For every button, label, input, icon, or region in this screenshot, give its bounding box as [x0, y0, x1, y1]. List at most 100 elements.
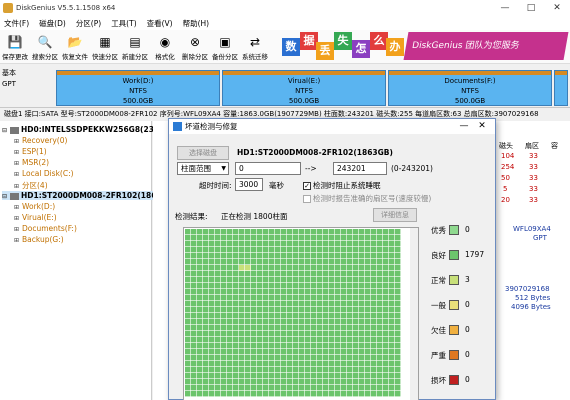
toolbar-system-migration-button[interactable]: ⇄ 系统迁移	[240, 30, 270, 64]
partition-block-virual[interactable]: Virual(E:) NTFS 500.0GB	[222, 70, 386, 106]
sector-cell	[281, 391, 287, 397]
tree-item-backup-g[interactable]: ⊞ Backup(G:)	[14, 235, 64, 244]
promo-banner[interactable]: DiskGenius 团队为您服务 数据丢失怎么办	[282, 30, 570, 64]
range-type-select[interactable]: 柱面范围 ▼	[177, 162, 229, 175]
partition-block-documents[interactable]: Documents(F:) NTFS 500.0GB	[388, 70, 552, 106]
tree-disk-hd0[interactable]: ⊟ HD0:INTELSSDPEKKW256G8(238GB)	[2, 125, 174, 134]
cell-heads: 254	[501, 163, 515, 171]
sector-cell	[371, 277, 377, 283]
sector-cell	[227, 247, 233, 253]
minimize-button[interactable]: —	[492, 0, 518, 16]
tree-item-esp[interactable]: ⊞ ESP(1)	[14, 147, 47, 156]
sector-cell	[293, 313, 299, 319]
sector-cell	[275, 271, 281, 277]
sector-cell	[305, 229, 311, 235]
sector-cell	[281, 307, 287, 313]
sector-cell	[221, 259, 227, 265]
partition-block-work[interactable]: Work(D:) NTFS 500.0GB	[56, 70, 220, 106]
tree-item-msr[interactable]: ⊞ MSR(2)	[14, 158, 49, 167]
menu-file[interactable]: 文件(F)	[4, 18, 29, 29]
sector-cell	[203, 391, 209, 397]
cell-heads: 20	[501, 196, 510, 204]
sector-cell	[389, 241, 395, 247]
tree-disk-hd1[interactable]: ⊟ HD1:ST2000DM008-2FR102(1863GB)	[2, 191, 177, 200]
sector-cell	[371, 355, 377, 361]
sector-cell	[227, 349, 233, 355]
maximize-button[interactable]: □	[518, 0, 544, 16]
sector-cell	[275, 331, 281, 337]
range-start-input[interactable]: 0	[235, 162, 301, 175]
sector-cell	[305, 259, 311, 265]
tree-item-virual-e[interactable]: ⊞ Virual(E:)	[14, 213, 57, 222]
sector-cell	[257, 277, 263, 283]
sector-cell	[221, 361, 227, 367]
sector-cell	[335, 379, 341, 385]
sector-cell	[215, 271, 221, 277]
dialog-close-button[interactable]: ✕	[473, 119, 491, 134]
sector-cell	[257, 325, 263, 331]
sector-cell	[299, 277, 305, 283]
tree-item-partition-4[interactable]: ⊞ 分区(4)	[14, 180, 48, 191]
sector-cell	[299, 349, 305, 355]
sector-cell	[269, 385, 275, 391]
timeout-input[interactable]: 3000	[235, 178, 263, 191]
select-disk-button[interactable]: 选择磁盘	[177, 146, 229, 160]
dialog-minimize-button[interactable]: —	[455, 119, 473, 134]
sector-cell	[335, 271, 341, 277]
sector-cell	[317, 283, 323, 289]
col-head-sectors: 扇区	[525, 142, 539, 150]
legend-item: 正常 3	[431, 275, 470, 286]
detail-info-button[interactable]: 详细信息	[373, 208, 417, 222]
sector-cell	[203, 253, 209, 259]
sector-cell	[353, 337, 359, 343]
tree-item-local-disk-c[interactable]: ⊞ Local Disk(C:)	[14, 169, 74, 178]
toolbar-search-partition-button[interactable]: 🔍 搜索分区	[30, 30, 60, 64]
sector-cell	[287, 343, 293, 349]
menu-bar: 文件(F) 磁盘(D) 分区(P) 工具(T) 查看(V) 帮助(H)	[0, 16, 570, 30]
tree-item-recovery[interactable]: ⊞ Recovery(0)	[14, 136, 67, 145]
sector-cell	[353, 361, 359, 367]
sector-cell	[215, 241, 221, 247]
sector-cell	[365, 301, 371, 307]
precise-sector-checkbox[interactable]: 检测时报告准确的扇区号(速度较慢)	[303, 193, 431, 204]
sector-cell	[329, 349, 335, 355]
sector-cell	[281, 319, 287, 325]
toolbar-backup-partition-button[interactable]: ▣ 备份分区	[210, 30, 240, 64]
sector-cell	[323, 373, 329, 379]
menu-view[interactable]: 查看(V)	[147, 18, 173, 29]
legend-count: 0	[465, 225, 470, 234]
toolbar-new-partition-button[interactable]: ▤ 新建分区	[120, 30, 150, 64]
sector-cell	[383, 355, 389, 361]
menu-tools[interactable]: 工具(T)	[111, 18, 136, 29]
sector-cell	[209, 337, 215, 343]
grid-scrollbar[interactable]	[410, 228, 418, 400]
sector-cell	[365, 277, 371, 283]
sector-cell	[299, 295, 305, 301]
checkbox-checked[interactable]: ✓	[303, 182, 311, 190]
tree-item-documents-f[interactable]: ⊞ Documents(F:)	[14, 224, 77, 233]
prevent-sleep-checkbox[interactable]: ✓ 检测时阻止系统睡眠	[303, 180, 381, 191]
toolbar-save-button[interactable]: 💾 保存更改	[0, 30, 30, 64]
toolbar-quick-partition-button[interactable]: ▦ 快速分区	[90, 30, 120, 64]
toolbar-recover-file-button[interactable]: 📂 恢复文件	[60, 30, 90, 64]
menu-disk[interactable]: 磁盘(D)	[39, 18, 66, 29]
checkbox-unchecked[interactable]	[303, 195, 311, 203]
sector-cell	[383, 319, 389, 325]
menu-help[interactable]: 帮助(H)	[183, 18, 210, 29]
range-end-input[interactable]: 243201	[333, 162, 387, 175]
toolbar-format-button[interactable]: ◉ 格式化	[150, 30, 180, 64]
sector-cell	[263, 355, 269, 361]
partition-block-backup[interactable]	[554, 70, 568, 106]
sector-cell	[227, 319, 233, 325]
tree-item-work-d[interactable]: ⊞ Work(D:)	[14, 202, 55, 211]
sector-cell	[197, 301, 203, 307]
close-button[interactable]: ✕	[544, 0, 570, 16]
sector-cell	[221, 355, 227, 361]
cell-sectors: 33	[529, 174, 538, 182]
sector-cell	[281, 361, 287, 367]
legend-label: 严重	[431, 351, 446, 360]
sector-cell	[257, 319, 263, 325]
sector-cell	[305, 235, 311, 241]
toolbar-delete-partition-button[interactable]: ⊗ 删除分区	[180, 30, 210, 64]
menu-partition[interactable]: 分区(P)	[76, 18, 101, 29]
